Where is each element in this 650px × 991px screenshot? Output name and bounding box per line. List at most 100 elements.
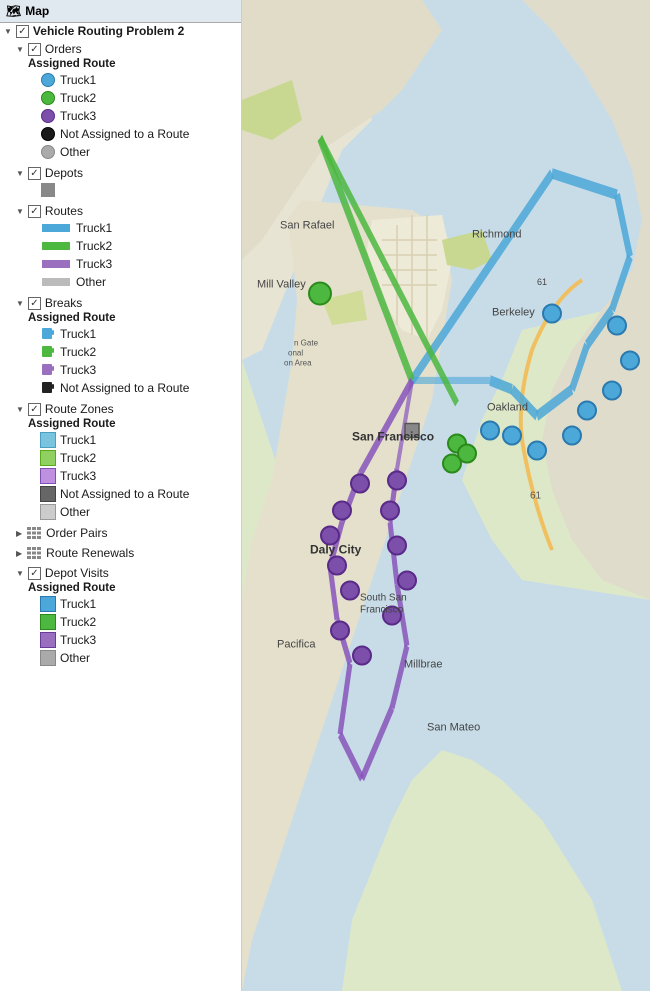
depots-row[interactable]: Depots xyxy=(0,165,241,181)
routes-other-row[interactable]: Other xyxy=(0,273,241,291)
orders-unassigned-row[interactable]: Not Assigned to a Route xyxy=(0,125,241,143)
routes-truck3-row[interactable]: Truck3 xyxy=(0,255,241,273)
orders-group-label-row: Assigned Route xyxy=(0,57,241,71)
breaks-checkbox[interactable] xyxy=(28,297,41,310)
orders-other-icon xyxy=(40,144,56,160)
route-zones-section: Route Zones Assigned Route Truck1 Truck2… xyxy=(0,399,241,523)
breaks-truck1-row[interactable]: Truck1 xyxy=(0,325,241,343)
svg-text:San Mateo: San Mateo xyxy=(427,722,480,734)
route-zones-row[interactable]: Route Zones xyxy=(0,401,241,417)
route-zones-truck1-row[interactable]: Truck1 xyxy=(0,431,241,449)
breaks-truck3-icon xyxy=(40,362,56,378)
routes-truck2-row[interactable]: Truck2 xyxy=(0,237,241,255)
orders-checkbox[interactable] xyxy=(28,43,41,56)
order-pairs-label: Order Pairs xyxy=(46,526,107,540)
routes-truck2-icon xyxy=(40,238,72,254)
order-pairs-arrow xyxy=(16,529,22,538)
legend-panel: 🗺 Map Vehicle Routing Problem 2 Orders A… xyxy=(0,0,242,991)
depot-visits-truck3-icon xyxy=(40,632,56,648)
panel-title: Map xyxy=(25,4,49,18)
breaks-section: Breaks Assigned Route Truck1 Truck2 xyxy=(0,293,241,399)
map-icon: 🗺 xyxy=(6,4,21,18)
route-zones-unassigned-label: Not Assigned to a Route xyxy=(60,487,189,501)
route-zones-group-label: Assigned Route xyxy=(28,418,116,430)
breaks-truck1-icon xyxy=(40,326,56,342)
breaks-truck3-row[interactable]: Truck3 xyxy=(0,361,241,379)
breaks-arrow xyxy=(16,299,24,308)
orders-other-label: Other xyxy=(60,145,90,159)
svg-text:Millbrae: Millbrae xyxy=(404,659,443,671)
depot-visits-section: Depot Visits Assigned Route Truck1 Truck… xyxy=(0,563,241,669)
route-zones-other-row[interactable]: Other xyxy=(0,503,241,521)
breaks-unassigned-row[interactable]: Not Assigned to a Route xyxy=(0,379,241,397)
orders-row[interactable]: Orders xyxy=(0,41,241,57)
main-container: 🗺 Map Vehicle Routing Problem 2 Orders A… xyxy=(0,0,650,991)
orders-unassigned-icon xyxy=(40,126,56,142)
depot-visits-row[interactable]: Depot Visits xyxy=(0,565,241,581)
order-pairs-row[interactable]: Order Pairs xyxy=(0,525,241,541)
depot-visits-truck1-row[interactable]: Truck1 xyxy=(0,595,241,613)
svg-text:Francisco: Francisco xyxy=(360,605,404,616)
route-nodes-svg: San Rafael Richmond Mill Valley Berkeley… xyxy=(242,0,650,991)
svg-text:San Rafael: San Rafael xyxy=(280,220,334,232)
depots-arrow xyxy=(16,169,24,178)
svg-text:Daly City: Daly City xyxy=(310,543,362,557)
depot-visits-truck2-row[interactable]: Truck2 xyxy=(0,613,241,631)
route-zones-truck3-row[interactable]: Truck3 xyxy=(0,467,241,485)
route-zones-unassigned-row[interactable]: Not Assigned to a Route xyxy=(0,485,241,503)
depot-visits-group-label: Assigned Route xyxy=(28,582,116,594)
root-arrow xyxy=(4,27,12,36)
root-item[interactable]: Vehicle Routing Problem 2 xyxy=(0,23,241,39)
route-renewals-row[interactable]: Route Renewals xyxy=(0,545,241,561)
svg-text:Berkeley: Berkeley xyxy=(492,307,535,319)
depot-visits-truck2-icon xyxy=(40,614,56,630)
depots-checkbox[interactable] xyxy=(28,167,41,180)
routes-checkbox[interactable] xyxy=(28,205,41,218)
breaks-truck2-icon xyxy=(40,344,56,360)
orders-group-label: Assigned Route xyxy=(28,58,116,70)
root-checkbox[interactable] xyxy=(16,25,29,38)
map-panel[interactable]: 61 xyxy=(242,0,650,991)
routes-other-label: Other xyxy=(76,275,106,289)
breaks-truck2-label: Truck2 xyxy=(60,345,96,359)
orders-truck1-row[interactable]: Truck1 xyxy=(0,71,241,89)
route-zones-other-icon xyxy=(40,504,56,520)
depot-visits-checkbox[interactable] xyxy=(28,567,41,580)
depots-icon-row[interactable] xyxy=(0,181,241,199)
routes-truck1-row[interactable]: Truck1 xyxy=(0,219,241,237)
svg-text:San Francisco: San Francisco xyxy=(352,430,434,444)
route-renewals-label: Route Renewals xyxy=(46,546,134,560)
svg-text:onal: onal xyxy=(288,349,303,358)
breaks-row[interactable]: Breaks xyxy=(0,295,241,311)
depot-visits-group-label-row: Assigned Route xyxy=(0,581,241,595)
orders-truck3-label: Truck3 xyxy=(60,109,96,123)
route-zones-truck3-label: Truck3 xyxy=(60,469,96,483)
orders-other-row[interactable]: Other xyxy=(0,143,241,161)
routes-arrow xyxy=(16,207,24,216)
route-zones-checkbox[interactable] xyxy=(28,403,41,416)
depot-visits-other-row[interactable]: Other xyxy=(0,649,241,667)
routes-row[interactable]: Routes xyxy=(0,203,241,219)
route-zones-label: Route Zones xyxy=(45,402,114,416)
breaks-truck2-row[interactable]: Truck2 xyxy=(0,343,241,361)
route-zones-truck1-icon xyxy=(40,432,56,448)
orders-truck2-icon xyxy=(40,90,56,106)
svg-text:Oakland: Oakland xyxy=(487,402,528,414)
route-zones-truck2-label: Truck2 xyxy=(60,451,96,465)
breaks-label: Breaks xyxy=(45,296,82,310)
svg-text:Pacifica: Pacifica xyxy=(277,639,316,651)
orders-truck2-row[interactable]: Truck2 xyxy=(0,89,241,107)
breaks-group-label: Assigned Route xyxy=(28,312,116,324)
route-zones-other-label: Other xyxy=(60,505,90,519)
orders-arrow xyxy=(16,45,24,54)
svg-text:South San: South San xyxy=(360,593,407,604)
svg-text:Richmond: Richmond xyxy=(472,229,522,241)
route-zones-truck2-row[interactable]: Truck2 xyxy=(0,449,241,467)
breaks-unassigned-label: Not Assigned to a Route xyxy=(60,381,189,395)
svg-text:on Area: on Area xyxy=(284,359,312,368)
orders-truck3-row[interactable]: Truck3 xyxy=(0,107,241,125)
order-pairs-section: Order Pairs xyxy=(0,523,241,543)
depot-visits-truck3-row[interactable]: Truck3 xyxy=(0,631,241,649)
routes-truck3-label: Truck3 xyxy=(76,257,112,271)
orders-truck1-label: Truck1 xyxy=(60,73,96,87)
